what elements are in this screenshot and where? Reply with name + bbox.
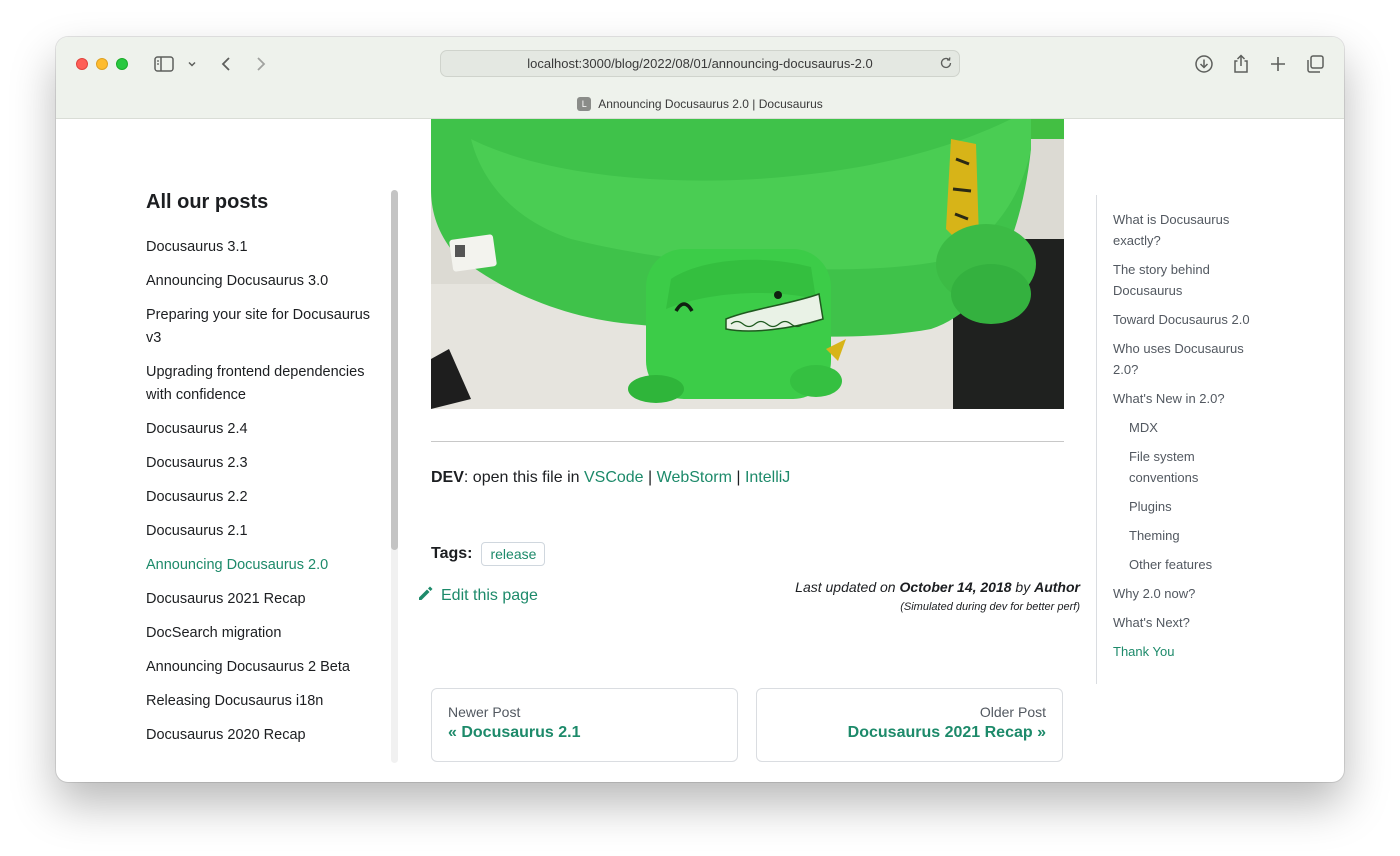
sidebar-item[interactable]: Announcing Docusaurus 3.0 <box>146 270 386 293</box>
updated-prefix: Last updated on <box>795 579 900 595</box>
sidebar-title: All our posts <box>146 191 269 213</box>
url-text: localhost:3000/blog/2022/08/01/announcin… <box>527 56 873 71</box>
sidebar-item[interactable]: Releasing Docusaurus i18n <box>146 690 386 713</box>
maximize-window-button[interactable] <box>116 58 128 70</box>
browser-window: localhost:3000/blog/2022/08/01/announcin… <box>56 37 1344 782</box>
content-divider <box>431 441 1064 442</box>
last-updated: Last updated on October 14, 2018 by Auth… <box>795 579 1080 613</box>
dev-editor-links: DEV: open this file in VSCode | WebStorm… <box>431 469 790 487</box>
close-window-button[interactable] <box>76 58 88 70</box>
sidebar-scrollbar[interactable] <box>391 190 398 763</box>
sidebar-item[interactable]: Docusaurus 2.1 <box>146 520 386 543</box>
tab-overview-icon[interactable] <box>1304 52 1326 76</box>
toc-item[interactable]: Who uses Docusaurus 2.0? <box>1113 338 1263 380</box>
toc-item[interactable]: Thank You <box>1113 641 1263 662</box>
tag-release[interactable]: release <box>481 542 546 566</box>
toc-item[interactable]: Theming <box>1113 525 1263 546</box>
sidebar-item[interactable]: DocSearch migration <box>146 622 386 645</box>
edit-this-page-label: Edit this page <box>441 587 538 604</box>
page-content: All our posts Docusaurus 3.1 Announcing D… <box>56 119 1344 782</box>
toc-item[interactable]: Plugins <box>1113 496 1263 517</box>
toc-item[interactable]: File system conventions <box>1113 446 1263 488</box>
url-bar[interactable]: localhost:3000/blog/2022/08/01/announcin… <box>440 50 960 77</box>
sidebar-item[interactable]: Upgrading frontend dependencies with con… <box>146 361 386 407</box>
new-tab-plus-icon[interactable] <box>1267 52 1289 76</box>
tab-title: Announcing Docusaurus 2.0 | Docusaurus <box>598 97 823 111</box>
updated-author: Author <box>1034 579 1080 595</box>
updated-by: by <box>1011 579 1035 595</box>
sidebar-item[interactable]: Docusaurus 2.4 <box>146 418 386 441</box>
sidebar-toggle-icon[interactable] <box>152 52 176 76</box>
toc-item[interactable]: Toward Docusaurus 2.0 <box>1113 309 1263 330</box>
updated-date: October 14, 2018 <box>899 579 1012 595</box>
newer-post-sublabel: Newer Post <box>448 704 521 720</box>
chevron-down-icon[interactable] <box>185 52 199 76</box>
sidebar-item[interactable]: Announcing Docusaurus 2 Beta <box>146 656 386 679</box>
toc-item[interactable]: Why 2.0 now? <box>1113 583 1263 604</box>
browser-toolbar: localhost:3000/blog/2022/08/01/announcin… <box>56 37 1344 119</box>
toc-list: What is Docusaurus exactly? The story beh… <box>1113 209 1263 662</box>
download-icon[interactable] <box>1193 52 1215 76</box>
sidebar-item[interactable]: Announcing Docusaurus 2.0 <box>146 554 386 577</box>
newer-post-link[interactable]: Newer Post « Docusaurus 2.1 <box>431 688 738 762</box>
older-post-title: Docusaurus 2021 Recap » <box>847 724 1046 741</box>
sidebar-item[interactable]: Docusaurus 2020 Recap <box>146 724 386 747</box>
updated-note: (Simulated during dev for better perf) <box>900 601 1080 613</box>
reload-icon[interactable] <box>939 56 953 73</box>
older-post-link[interactable]: Older Post Docusaurus 2021 Recap » <box>756 688 1063 762</box>
favicon: L <box>577 97 592 111</box>
separator: | <box>643 469 657 486</box>
open-in-webstorm-link[interactable]: WebStorm <box>657 469 732 486</box>
older-post-sublabel: Older Post <box>979 704 1046 720</box>
dev-text: : open this file in <box>463 469 584 486</box>
open-in-vscode-link[interactable]: VSCode <box>584 469 644 486</box>
back-arrow-icon[interactable] <box>216 52 236 76</box>
toc-item[interactable]: The story behind Docusaurus <box>1113 259 1263 301</box>
pencil-icon <box>417 585 441 607</box>
edit-this-page-link[interactable]: Edit this page <box>417 585 538 607</box>
sidebar-item[interactable]: Preparing your site for Docusaurus v3 <box>146 304 386 350</box>
minimize-window-button[interactable] <box>96 58 108 70</box>
toc-item[interactable]: What's New in 2.0? <box>1113 388 1263 409</box>
sidebar-item[interactable]: Docusaurus 2.2 <box>146 486 386 509</box>
forward-arrow-icon[interactable] <box>251 52 271 76</box>
sidebar-post-list: Docusaurus 3.1 Announcing Docusaurus 3.0 P… <box>146 236 386 747</box>
blog-hero-image <box>431 119 1064 409</box>
blog-sidebar: All our posts Docusaurus 3.1 Announcing D… <box>146 191 386 758</box>
toc-item[interactable]: What's Next? <box>1113 612 1263 633</box>
toc-item[interactable]: MDX <box>1113 417 1263 438</box>
tags-label: Tags: <box>431 545 473 562</box>
post-tags: Tags: release <box>431 542 546 566</box>
dev-label: DEV <box>431 469 464 486</box>
toc-item[interactable]: Other features <box>1113 554 1263 575</box>
newer-post-title: « Docusaurus 2.1 <box>448 724 581 741</box>
separator: | <box>731 469 745 486</box>
open-in-intellij-link[interactable]: IntelliJ <box>745 469 790 486</box>
share-icon[interactable] <box>1230 52 1252 76</box>
scrollbar-thumb[interactable] <box>391 190 398 550</box>
table-of-contents: What is Docusaurus exactly? The story beh… <box>1096 195 1263 684</box>
toc-item[interactable]: What is Docusaurus exactly? <box>1113 209 1263 251</box>
sidebar-item[interactable]: Docusaurus 2021 Recap <box>146 588 386 611</box>
sidebar-item[interactable]: Docusaurus 2.3 <box>146 452 386 475</box>
sidebar-item[interactable]: Docusaurus 3.1 <box>146 236 386 259</box>
active-tab[interactable]: L Announcing Docusaurus 2.0 | Docusaurus <box>56 93 1344 115</box>
